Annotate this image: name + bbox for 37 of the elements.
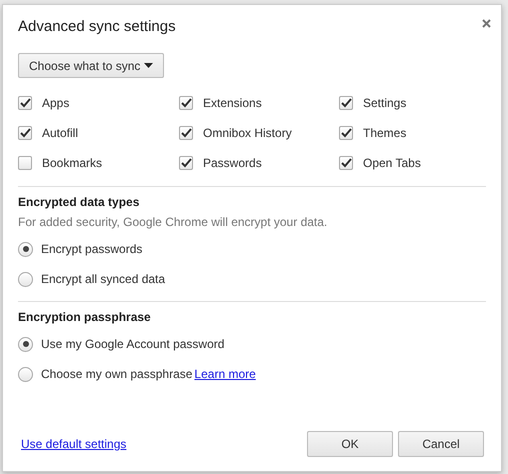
checkbox-label: Apps [42,96,70,110]
checkbox[interactable] [179,156,193,170]
checkbox[interactable] [339,126,353,140]
radio-label: Choose my own passphrase [41,367,192,381]
section-heading: Encryption passphrase [18,310,152,324]
radio-button[interactable] [18,272,33,286]
dialog-button[interactable]: Cancel [398,431,484,457]
section-description: For added security, Google Chrome will encrypt your data. [18,215,328,229]
radio-button[interactable] [18,366,33,382]
checkbox-label: Open Tabs [363,156,421,170]
checkbox[interactable] [339,156,353,170]
dialog-button[interactable]: OK [307,431,393,457]
learn-more-link[interactable]: Learn more [194,367,256,381]
checkbox-label: Autofill [42,126,78,140]
checkbox-label: Themes [363,126,406,140]
checkbox[interactable] [18,126,32,140]
default-settings-link[interactable]: Use default settings [21,437,126,451]
sync-dropdown[interactable]: Choose what to sync [18,53,164,78]
dialog-title: Advanced sync settings [18,18,176,35]
radio-label: Use my Google Account password [41,337,224,351]
checkbox[interactable] [179,126,193,140]
checkbox-label: Settings [363,96,406,110]
checkbox-label: Bookmarks [42,156,102,170]
checkbox-label: Passwords [203,156,262,170]
checkbox[interactable] [179,96,193,110]
checkbox-label: Omnibox History [203,126,292,140]
caret-icon [144,63,153,68]
radio-button[interactable] [18,242,33,256]
section-heading: Encrypted data types [18,195,140,209]
close-icon[interactable] [482,19,491,28]
radio-button[interactable] [18,336,33,352]
checkbox-label: Extensions [203,96,262,110]
radio-label: Encrypt passwords [41,242,142,256]
checkbox[interactable] [339,96,353,110]
radio-label: Encrypt all synced data [41,272,166,286]
checkbox[interactable] [18,156,32,170]
checkbox[interactable] [18,96,32,110]
